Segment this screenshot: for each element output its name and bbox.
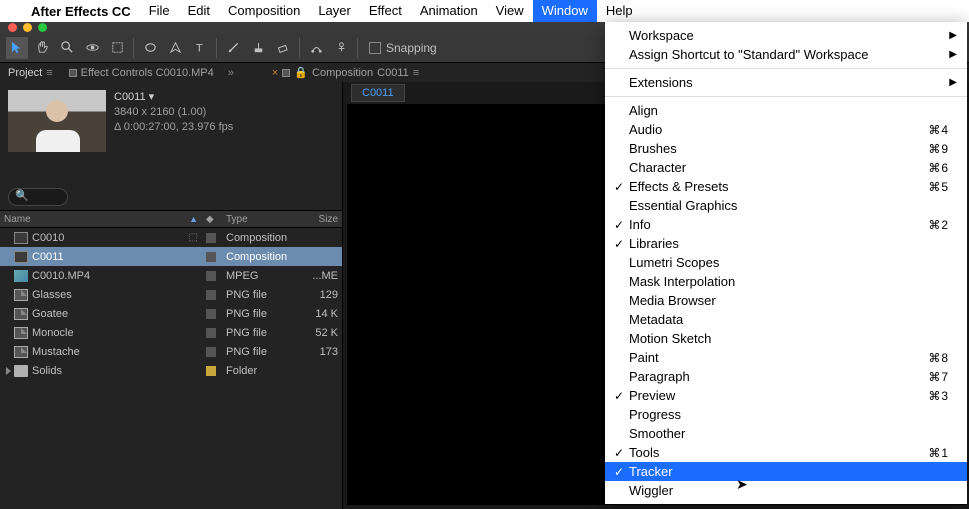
zoom-tool[interactable] (56, 37, 78, 59)
window-menu-effects-presets[interactable]: ✓Effects & Presets⌘5 (605, 177, 967, 196)
mpeg-icon (14, 270, 28, 282)
menu-edit[interactable]: Edit (179, 0, 219, 22)
window-menu-extensions[interactable]: Extensions▶ (605, 73, 967, 92)
project-row-solids[interactable]: SolidsFolder (0, 361, 342, 380)
comp-metadata: C0011 ▾ 3840 x 2160 (1.00) Δ 0:00:27:00,… (114, 90, 233, 152)
menu-help[interactable]: Help (597, 0, 642, 22)
menu-layer[interactable]: Layer (309, 0, 360, 22)
panel-overflow[interactable]: » (222, 67, 240, 79)
ellipse-tool[interactable] (139, 37, 161, 59)
window-menu-dropdown: Workspace▶Assign Shortcut to "Standard" … (605, 22, 967, 504)
orbit-tool[interactable] (81, 37, 103, 59)
project-row-c0010-mp4[interactable]: C0010.MP4MPEG...ME (0, 266, 342, 285)
window-menu-tracker[interactable]: ✓Tracker (605, 462, 967, 481)
window-menu-assign-shortcut-to-standard-workspace[interactable]: Assign Shortcut to "Standard" Workspace▶ (605, 45, 967, 64)
window-menu-smoother[interactable]: Smoother (605, 424, 967, 443)
menu-composition[interactable]: Composition (219, 0, 309, 22)
type-tool[interactable]: T (189, 37, 211, 59)
project-panel-tab[interactable]: Project≡ (0, 63, 61, 82)
project-search-input[interactable]: 🔍 (8, 188, 68, 206)
project-row-goatee[interactable]: GoateePNG file14 K (0, 304, 342, 323)
menu-effect[interactable]: Effect (360, 0, 411, 22)
folder-icon (14, 365, 28, 377)
window-menu-libraries[interactable]: ✓Libraries (605, 234, 967, 253)
effect-controls-tab[interactable]: Effect Controls C0010.MP4 (61, 63, 222, 82)
composition-panel-tab[interactable]: × 🔒 Composition C0011 ≡ (264, 63, 427, 82)
window-menu-paint[interactable]: Paint⌘8 (605, 348, 967, 367)
window-menu-metadata[interactable]: Metadata (605, 310, 967, 329)
app-name: After Effects CC (22, 4, 140, 19)
project-row-glasses[interactable]: GlassesPNG file129 (0, 285, 342, 304)
minimize-button[interactable] (23, 23, 32, 32)
window-menu-progress[interactable]: Progress (605, 405, 967, 424)
selection-tool[interactable] (6, 37, 28, 59)
comp-icon (14, 251, 28, 263)
menu-animation[interactable]: Animation (411, 0, 487, 22)
window-menu-audio[interactable]: Audio⌘4 (605, 120, 967, 139)
window-menu-brushes[interactable]: Brushes⌘9 (605, 139, 967, 158)
png-icon (14, 308, 28, 320)
window-menu-paragraph[interactable]: Paragraph⌘7 (605, 367, 967, 386)
menu-file[interactable]: File (140, 0, 179, 22)
window-menu-wiggler[interactable]: Wiggler (605, 481, 967, 500)
eraser-tool[interactable] (272, 37, 294, 59)
project-row-mustache[interactable]: MustachePNG file173 (0, 342, 342, 361)
window-menu-media-browser[interactable]: Media Browser (605, 291, 967, 310)
col-type[interactable]: Type (222, 211, 302, 227)
pen-tool[interactable] (164, 37, 186, 59)
region-tool[interactable] (106, 37, 128, 59)
window-menu-align[interactable]: Align (605, 101, 967, 120)
window-menu-motion-sketch[interactable]: Motion Sketch (605, 329, 967, 348)
project-row-monocle[interactable]: MonoclePNG file52 K (0, 323, 342, 342)
viewer-comp-tab[interactable]: C0011 (351, 84, 405, 102)
project-panel: C0011 ▾ 3840 x 2160 (1.00) Δ 0:00:27:00,… (0, 82, 342, 509)
window-menu-tools[interactable]: ✓Tools⌘1 (605, 443, 967, 462)
snapping-label: Snapping (386, 41, 437, 55)
close-button[interactable] (8, 23, 17, 32)
puppet-tool[interactable] (330, 37, 352, 59)
png-icon (14, 289, 28, 301)
mac-menubar: After Effects CC FileEditCompositionLaye… (0, 0, 969, 22)
window-menu-info[interactable]: ✓Info⌘2 (605, 215, 967, 234)
png-icon (14, 327, 28, 339)
brush-tool[interactable] (222, 37, 244, 59)
window-menu-workspace[interactable]: Workspace▶ (605, 26, 967, 45)
col-tag[interactable]: ◆ (202, 211, 222, 227)
menu-view[interactable]: View (487, 0, 533, 22)
comp-icon (14, 232, 28, 244)
svg-text:T: T (195, 42, 202, 54)
comp-thumbnail (8, 90, 106, 152)
col-size[interactable]: Size (302, 211, 342, 227)
png-icon (14, 346, 28, 358)
snapping-checkbox[interactable] (369, 42, 381, 54)
window-menu-mask-interpolation[interactable]: Mask Interpolation (605, 272, 967, 291)
window-menu-character[interactable]: Character⌘6 (605, 158, 967, 177)
maximize-button[interactable] (38, 23, 47, 32)
hand-tool[interactable] (31, 37, 53, 59)
roto-tool[interactable] (305, 37, 327, 59)
project-row-c0010[interactable]: C0010⬚Composition (0, 228, 342, 247)
col-name[interactable]: Name▲ (0, 211, 202, 227)
menu-window[interactable]: Window (533, 0, 597, 22)
clone-tool[interactable] (247, 37, 269, 59)
window-menu-essential-graphics[interactable]: Essential Graphics (605, 196, 967, 215)
lock-icon: 🔒 (294, 66, 308, 79)
window-menu-lumetri-scopes[interactable]: Lumetri Scopes (605, 253, 967, 272)
window-menu-preview[interactable]: ✓Preview⌘3 (605, 386, 967, 405)
project-table-header: Name▲ ◆ Type Size (0, 210, 342, 228)
project-row-c0011[interactable]: C0011Composition (0, 247, 342, 266)
